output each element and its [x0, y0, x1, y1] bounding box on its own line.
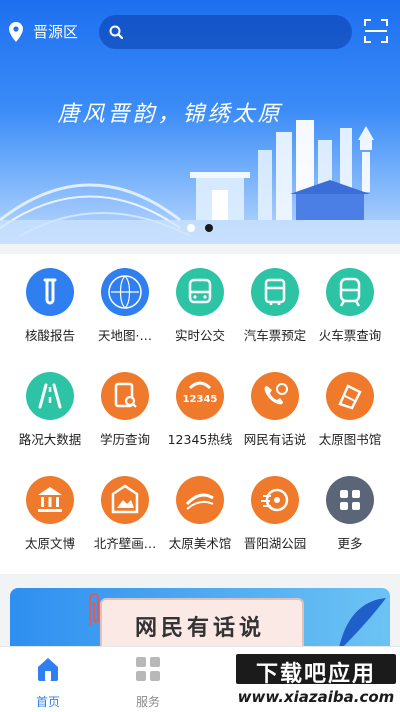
promo-banner[interactable]: 网民有话说 [10, 588, 390, 648]
test-tube-icon [26, 268, 74, 316]
promo-title: 网民有话说 [134, 616, 265, 641]
service-label: 更多 [337, 536, 363, 551]
tab-label: 服务 [135, 695, 160, 709]
service-label: 火车票查询 [318, 328, 382, 343]
scan-icon[interactable] [364, 19, 388, 43]
service-item-museum[interactable]: 太原文博 [11, 462, 89, 562]
train-icon [326, 268, 374, 316]
service-item-library[interactable]: 太原图书馆 [311, 358, 389, 458]
service-grid: 核酸报告 天地图·… 实时公交 汽车票预定 火车票查询 路况大数据 学历查询 1… [0, 254, 400, 574]
service-item-train-ticket[interactable]: 火车票查询 [311, 254, 389, 354]
map-world-icon [101, 268, 149, 316]
leaf-decoration-icon [338, 598, 386, 648]
service-item-more[interactable]: 更多 [311, 462, 389, 562]
mural-icon [101, 476, 149, 524]
carousel-indicator[interactable] [185, 224, 215, 234]
education-search-icon [101, 372, 149, 420]
carousel-dot-active[interactable] [205, 224, 213, 232]
hero-banner[interactable]: 晋源区 唐风晋韵，锦绣太原 [0, 0, 400, 244]
road-icon [26, 372, 74, 420]
home-icon [38, 658, 58, 681]
more-grid-icon [326, 476, 374, 524]
carousel-dot[interactable] [187, 224, 195, 232]
phone-chat-icon [251, 372, 299, 420]
service-item-road-data[interactable]: 路况大数据 [11, 358, 89, 458]
service-item-coach-ticket[interactable]: 汽车票预定 [236, 254, 314, 354]
coach-ticket-icon [251, 268, 299, 316]
watermark-logo: 下载吧应用 www.xiazaiba.com [236, 654, 396, 709]
museum-icon [26, 476, 74, 524]
location-pin-icon[interactable] [9, 22, 23, 42]
service-item-art-museum[interactable]: 太原美术馆 [161, 462, 239, 562]
service-item-netizen-voice[interactable]: 网民有话说 [236, 358, 314, 458]
art-museum-icon [176, 476, 224, 524]
search-input[interactable] [99, 15, 352, 49]
service-item-jinyang-park[interactable]: 晋阳湖公园 [236, 462, 314, 562]
bus-icon [176, 268, 224, 316]
service-item-nucleic-report[interactable]: 核酸报告 [11, 254, 89, 354]
park-icon [251, 476, 299, 524]
service-label: 太原图书馆 [318, 432, 382, 447]
services-grid-icon [136, 657, 160, 681]
service-item-bus[interactable]: 实时公交 [161, 254, 239, 354]
tab-services[interactable]: 服务 [108, 647, 188, 712]
hotline-12345-icon: 12345 [176, 372, 224, 420]
top-bar: 晋源区 [0, 0, 400, 64]
watermark-url: www.xiazaiba.com [237, 688, 395, 706]
library-icon [326, 372, 374, 420]
location-label[interactable]: 晋源区 [33, 22, 78, 42]
tab-home[interactable]: 首页 [8, 647, 88, 712]
search-icon [109, 25, 123, 39]
tab-label: 首页 [35, 695, 60, 709]
svg-text:12345: 12345 [183, 394, 218, 405]
service-item-map-world[interactable]: 天地图·… [86, 254, 164, 354]
service-item-education[interactable]: 学历查询 [86, 358, 164, 458]
watermark-text: 下载吧应用 [255, 662, 376, 687]
service-item-hotline-12345[interactable]: 12345 12345热线 [161, 358, 239, 458]
service-item-mural[interactable]: 北齐壁画… [86, 462, 164, 562]
